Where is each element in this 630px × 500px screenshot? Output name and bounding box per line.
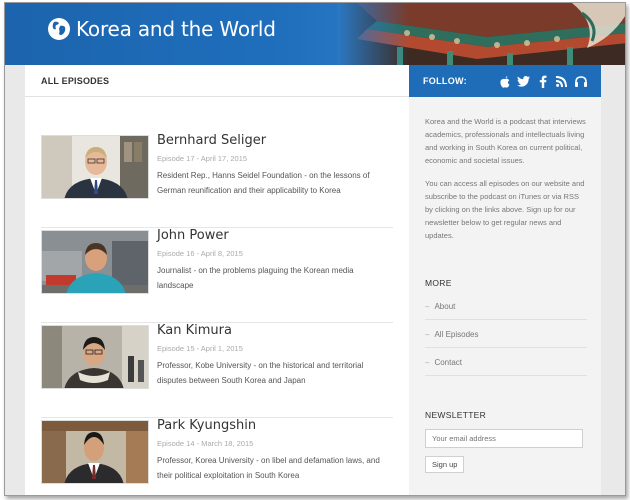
episode-description: Resident Rep., Hanns Seidel Foundation -… bbox=[157, 171, 370, 195]
episode-photo[interactable] bbox=[41, 420, 149, 484]
dash-icon: – bbox=[425, 330, 430, 339]
dash-icon: – bbox=[425, 302, 430, 311]
sidebar: FOLLOW: Korea and the World is a podcast… bbox=[409, 65, 601, 495]
sidebar-body: Korea and the World is a podcast that in… bbox=[409, 97, 601, 473]
episode-meta: Episode 17 - April 17, 2015 bbox=[157, 154, 248, 163]
episode-item[interactable]: Bernhard Seliger Episode 17 - April 17, … bbox=[41, 133, 393, 228]
about-paragraph: Korea and the World is a podcast that in… bbox=[425, 117, 586, 165]
episode-description: Professor, Korea University - on libel a… bbox=[157, 456, 380, 480]
episode-title[interactable]: Bernhard Seliger bbox=[157, 133, 266, 148]
facebook-icon[interactable] bbox=[536, 75, 549, 88]
rss-icon[interactable] bbox=[555, 75, 568, 88]
headphones-icon[interactable] bbox=[574, 75, 587, 88]
episode-title[interactable]: Park Kyungshin bbox=[157, 418, 256, 433]
episode-photo[interactable] bbox=[41, 230, 149, 294]
episode-meta: Episode 16 - April 8, 2015 bbox=[157, 249, 243, 258]
follow-bar: FOLLOW: bbox=[409, 65, 601, 97]
site-logo[interactable]: Korea and the World bbox=[47, 17, 276, 41]
site-header: Korea and the World bbox=[5, 3, 625, 65]
episode-photo[interactable] bbox=[41, 325, 149, 389]
social-icons bbox=[498, 75, 587, 88]
subscribe-paragraph: You can access all episodes on our websi… bbox=[425, 179, 585, 240]
episode-description: Journalist - on the problems plaguing th… bbox=[157, 266, 354, 290]
browser-frame: Korea and the World ALL EPISODES Bernhar… bbox=[4, 2, 626, 496]
episode-description: Professor, Kobe University - on the hist… bbox=[157, 361, 364, 385]
email-input[interactable] bbox=[425, 429, 583, 448]
episode-meta: Episode 14 - March 18, 2015 bbox=[157, 439, 254, 448]
sidebar-link-about[interactable]: – About bbox=[425, 292, 587, 320]
site-title: Korea and the World bbox=[76, 17, 276, 41]
episode-list: Bernhard Seliger Episode 17 - April 17, … bbox=[41, 133, 393, 495]
signup-button[interactable]: Sign up bbox=[425, 456, 465, 473]
sidebar-link-all-episodes[interactable]: – All Episodes bbox=[425, 320, 587, 348]
apple-icon[interactable] bbox=[498, 75, 511, 88]
episode-item[interactable]: John Power Episode 16 - April 8, 2015 Jo… bbox=[41, 228, 393, 323]
episode-item[interactable]: Park Kyungshin Episode 14 - March 18, 20… bbox=[41, 418, 393, 495]
all-episodes-heading: ALL EPISODES bbox=[25, 65, 409, 97]
follow-label: FOLLOW: bbox=[423, 76, 467, 86]
sidebar-link-contact[interactable]: – Contact bbox=[425, 348, 587, 376]
newsletter-heading: NEWSLETTER bbox=[425, 410, 487, 420]
episode-title[interactable]: John Power bbox=[157, 228, 229, 243]
episode-title[interactable]: Kan Kimura bbox=[157, 323, 232, 338]
palace-roof-banner bbox=[337, 3, 625, 65]
twitter-icon[interactable] bbox=[517, 75, 530, 88]
episode-item[interactable]: Kan Kimura Episode 15 - April 1, 2015 Pr… bbox=[41, 323, 393, 418]
episode-meta: Episode 15 - April 1, 2015 bbox=[157, 344, 243, 353]
dash-icon: – bbox=[425, 358, 430, 367]
episode-photo[interactable] bbox=[41, 135, 149, 199]
more-heading: MORE bbox=[425, 278, 452, 288]
episodes-panel: ALL EPISODES Bernhard Seliger Episode 17… bbox=[25, 65, 409, 495]
globe-icon bbox=[48, 18, 70, 40]
